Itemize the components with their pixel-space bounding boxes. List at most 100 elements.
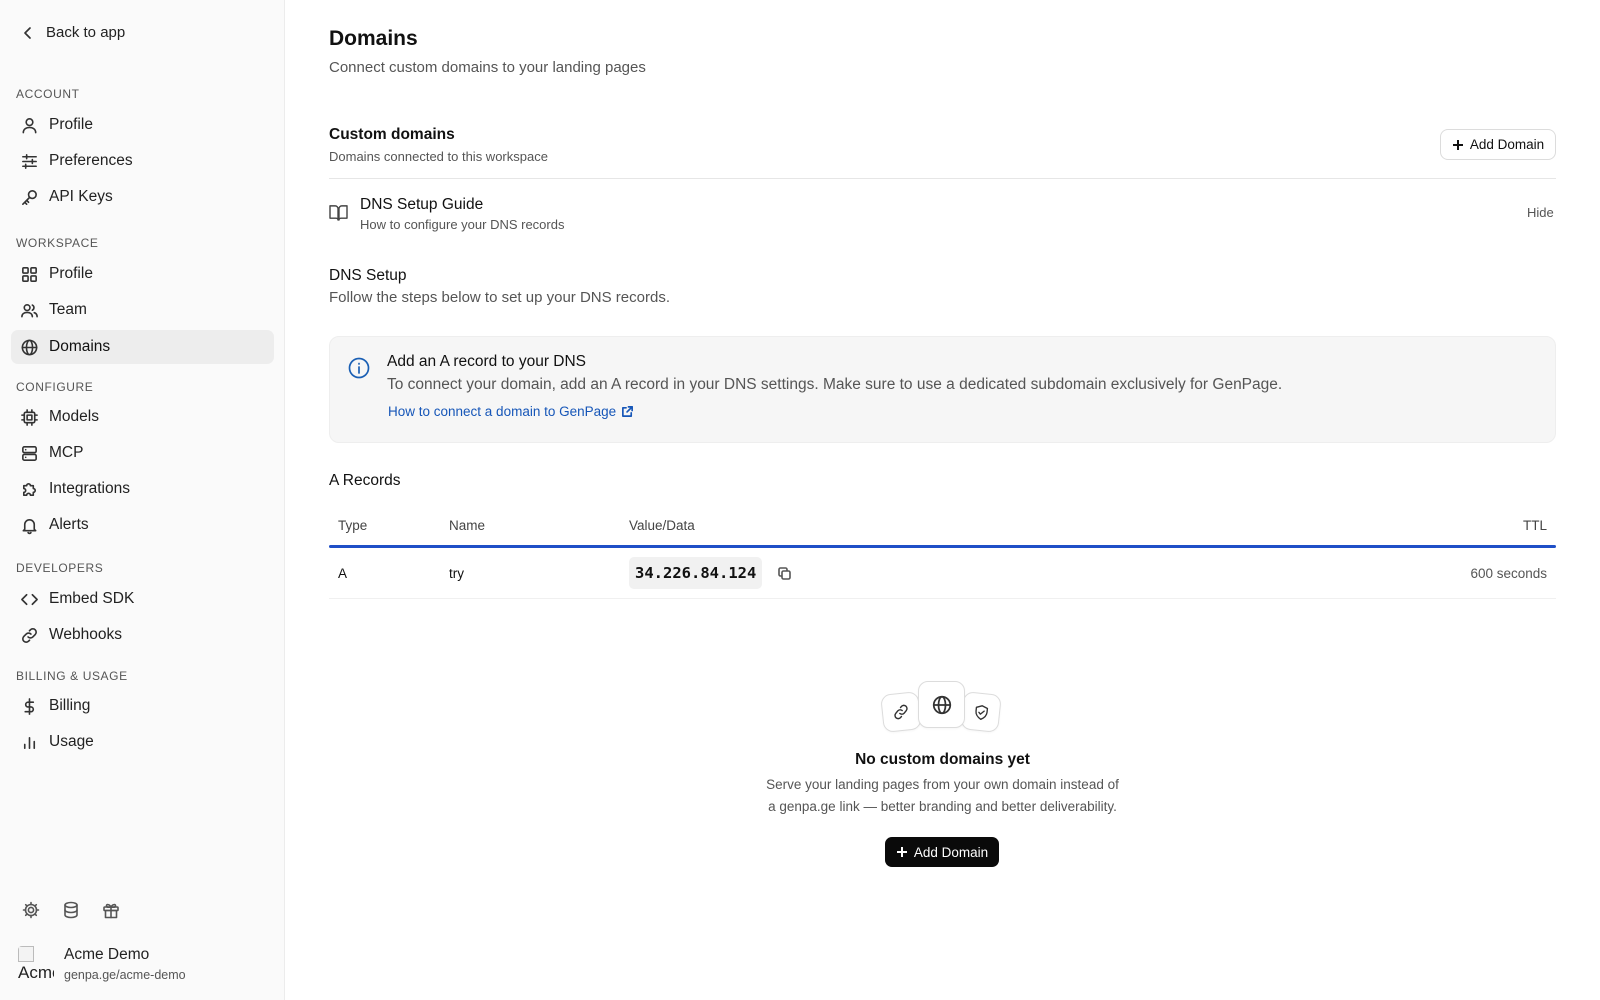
sidebar-item-team[interactable]: Team: [11, 293, 274, 327]
sidebar-item-api-keys[interactable]: API Keys: [11, 180, 274, 214]
cpu-icon: [20, 408, 39, 427]
user-url: genpa.ge/acme-demo: [64, 968, 186, 982]
sidebar-item-label: MCP: [49, 444, 84, 461]
info-title: Add an A record to your DNS: [387, 353, 587, 370]
sidebar-item-workspace-profile[interactable]: Profile: [11, 257, 274, 291]
sidebar-item-label: Webhooks: [49, 626, 122, 643]
table-header-underline: [329, 545, 1556, 548]
dns-guide-subtitle: How to configure your DNS records: [360, 217, 565, 232]
broken-image-icon: [18, 946, 34, 962]
external-link-icon: [621, 405, 634, 418]
shield-icon: [960, 691, 1002, 733]
sidebar-item-label: Preferences: [49, 152, 133, 169]
dns-guide-title: DNS Setup Guide: [360, 196, 484, 213]
sidebar-item-webhooks[interactable]: Webhooks: [11, 618, 274, 652]
sidebar-item-domains[interactable]: Domains: [11, 330, 274, 364]
sidebar-item-billing[interactable]: Billing: [11, 689, 274, 723]
hide-guide-button[interactable]: Hide: [1527, 205, 1554, 220]
custom-domains-title: Custom domains: [329, 126, 455, 143]
book-icon: [329, 204, 348, 221]
copy-icon[interactable]: [777, 566, 792, 581]
bell-icon: [20, 516, 39, 535]
users-icon: [20, 301, 39, 320]
sidebar-item-alerts[interactable]: Alerts: [11, 508, 274, 542]
add-domain-button[interactable]: Add Domain: [1440, 129, 1556, 160]
code-icon: [20, 590, 39, 609]
back-to-app-label: Back to app: [46, 24, 126, 41]
empty-state-description-line2: a genpa.ge link — better branding and be…: [768, 799, 1117, 814]
grid-icon: [20, 265, 39, 284]
sidebar-item-label: Profile: [49, 116, 93, 133]
user-account[interactable]: Acme Acme Demo genpa.ge/acme-demo: [18, 946, 186, 982]
empty-state-add-domain-button[interactable]: Add Domain: [885, 837, 999, 867]
link-icon: [880, 691, 922, 733]
database-icon[interactable]: [61, 900, 81, 920]
sidebar-item-label: API Keys: [49, 188, 113, 205]
column-header-name: Name: [449, 518, 486, 533]
globe-icon: [918, 681, 965, 728]
sliders-icon: [20, 152, 39, 171]
sidebar-item-mcp[interactable]: MCP: [11, 436, 274, 470]
sidebar-item-label: Domains: [49, 338, 111, 355]
sidebar-footer-icons: [21, 900, 121, 920]
sidebar-item-label: Alerts: [49, 516, 89, 533]
empty-state-description-line1: Serve your landing pages from your own d…: [766, 777, 1119, 792]
sidebar-item-integrations[interactable]: Integrations: [11, 472, 274, 506]
puzzle-icon: [20, 480, 39, 499]
page-subtitle: Connect custom domains to your landing p…: [329, 59, 646, 76]
gear-icon[interactable]: [21, 900, 41, 920]
dns-setup-subtitle: Follow the steps below to set up your DN…: [329, 289, 670, 306]
column-header-type: Type: [338, 518, 368, 533]
bar-chart-icon: [20, 733, 39, 752]
section-label-developers: DEVELOPERS: [16, 561, 104, 575]
user-icon: [20, 116, 39, 135]
cell-name: try: [449, 566, 464, 581]
sidebar-item-label: Billing: [49, 697, 91, 714]
gift-icon[interactable]: [101, 900, 121, 920]
avatar: Acme: [18, 946, 54, 982]
globe-icon: [20, 338, 39, 357]
divider: [329, 178, 1556, 179]
sidebar-item-label: Profile: [49, 265, 93, 282]
column-header-value: Value/Data: [629, 518, 695, 533]
section-label-billing: BILLING & USAGE: [16, 669, 128, 683]
help-link-label: How to connect a domain to GenPage: [388, 404, 617, 419]
empty-state-title: No custom domains yet: [855, 751, 1030, 768]
sidebar-item-label: Models: [49, 408, 99, 425]
user-name: Acme Demo: [64, 946, 150, 963]
section-label-configure: CONFIGURE: [16, 380, 94, 394]
info-body: To connect your domain, add an A record …: [387, 376, 1283, 393]
info-callout: Add an A record to your DNS To connect y…: [329, 336, 1556, 443]
plus-icon: [896, 846, 908, 858]
sidebar-item-usage[interactable]: Usage: [11, 725, 274, 759]
back-to-app-link[interactable]: Back to app: [20, 24, 125, 41]
connect-domain-help-link[interactable]: How to connect a domain to GenPage: [388, 404, 634, 419]
sidebar-item-account-profile[interactable]: Profile: [11, 108, 274, 142]
avatar-alt-text: Acme: [18, 963, 54, 982]
cell-ttl: 600 seconds: [1470, 566, 1547, 581]
cell-value: 34.226.84.124: [629, 557, 763, 589]
sidebar: Back to app ACCOUNT Profile Preferences …: [0, 0, 285, 1000]
sidebar-item-label: Integrations: [49, 480, 130, 497]
a-records-title: A Records: [329, 472, 401, 489]
section-label-account: ACCOUNT: [16, 87, 80, 101]
link-icon: [20, 626, 39, 645]
dollar-icon: [20, 697, 39, 716]
custom-domains-subtitle: Domains connected to this workspace: [329, 149, 548, 164]
sidebar-item-models[interactable]: Models: [11, 400, 274, 434]
row-divider: [329, 598, 1556, 599]
section-label-workspace: WORKSPACE: [16, 236, 99, 250]
sidebar-item-label: Team: [49, 301, 87, 318]
page-title: Domains: [329, 27, 418, 50]
sidebar-item-preferences[interactable]: Preferences: [11, 144, 274, 178]
info-icon: [348, 357, 370, 379]
cell-type: A: [338, 566, 348, 581]
chevron-left-icon: [20, 25, 36, 41]
dns-setup-title: DNS Setup: [329, 267, 407, 284]
sidebar-item-embed-sdk[interactable]: Embed SDK: [11, 582, 274, 616]
column-header-ttl: TTL: [1522, 518, 1547, 533]
add-domain-label: Add Domain: [1469, 137, 1545, 152]
sidebar-item-label: Usage: [49, 733, 94, 750]
plus-icon: [1452, 139, 1464, 151]
key-icon: [20, 188, 39, 207]
